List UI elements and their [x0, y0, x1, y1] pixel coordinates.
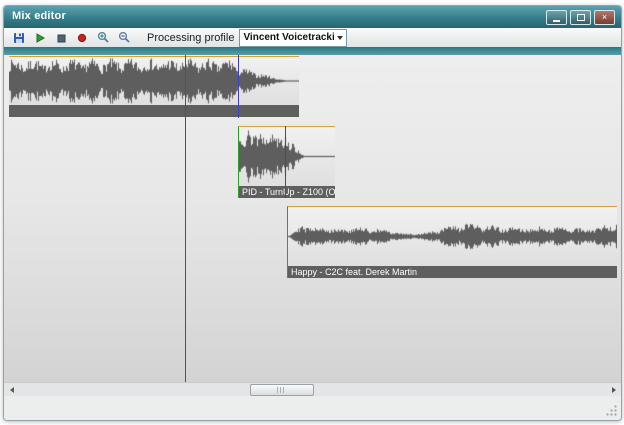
zoom-out-button[interactable] [114, 29, 134, 46]
window-controls: × [546, 10, 615, 25]
scrollbar-track[interactable] [19, 383, 606, 397]
processing-profile-select[interactable]: Vincent Voicetracking [239, 29, 347, 47]
accent-strip [4, 47, 621, 55]
mix-editor-window: Mix editor × [3, 5, 622, 421]
maximize-icon [577, 14, 585, 21]
play-icon [34, 32, 46, 44]
scroll-left-button[interactable] [4, 383, 19, 397]
chevron-down-icon [337, 36, 343, 40]
waveform-1 [9, 57, 299, 105]
playhead[interactable] [185, 55, 186, 382]
magnifier-plus-icon [97, 31, 110, 44]
scrollbar-thumb[interactable] [250, 384, 314, 396]
titlebar[interactable]: Mix editor × [4, 6, 621, 28]
play-button[interactable] [30, 29, 50, 46]
resize-grip[interactable] [605, 404, 618, 417]
floppy-disk-icon [13, 32, 25, 44]
close-icon: × [602, 13, 607, 22]
clip-3-label: Happy - C2C feat. Derek Martin [288, 266, 617, 278]
processing-profile-label: Processing profile [147, 32, 234, 44]
processing-profile-value: Vincent Voicetracking [243, 32, 334, 43]
window-title: Mix editor [12, 10, 66, 22]
stop-button[interactable] [51, 29, 71, 46]
stop-icon [55, 32, 67, 44]
waveform-2 [239, 127, 335, 186]
zoom-in-button[interactable] [93, 29, 113, 46]
clip-3[interactable]: Happy - C2C feat. Derek Martin [287, 206, 617, 278]
maximize-button[interactable] [570, 10, 591, 25]
waveform-3 [288, 207, 617, 266]
clip-1-label [9, 105, 299, 117]
record-icon [76, 32, 88, 44]
toolbar: Processing profile Vincent Voicetracking [4, 28, 621, 47]
clip-1[interactable] [9, 56, 299, 117]
statusbar [4, 396, 621, 420]
minimize-button[interactable] [546, 10, 567, 25]
record-button[interactable] [72, 29, 92, 46]
clip-2[interactable]: PID - TurnUp - Z100 (One [238, 126, 335, 198]
clip-2-label: PID - TurnUp - Z100 (One [239, 186, 335, 198]
arrow-right-icon [612, 387, 616, 393]
magnifier-minus-icon [118, 31, 131, 44]
minimize-icon [553, 20, 560, 22]
cue-marker-1 [238, 55, 239, 118]
scroll-right-button[interactable] [606, 383, 621, 397]
arrow-left-icon [10, 387, 14, 393]
timeline-workspace[interactable]: PID - TurnUp - Z100 (One Happy - C2C fea… [4, 55, 621, 382]
save-button[interactable] [9, 29, 29, 46]
close-button[interactable]: × [594, 10, 615, 25]
cue-marker-2 [285, 126, 286, 198]
